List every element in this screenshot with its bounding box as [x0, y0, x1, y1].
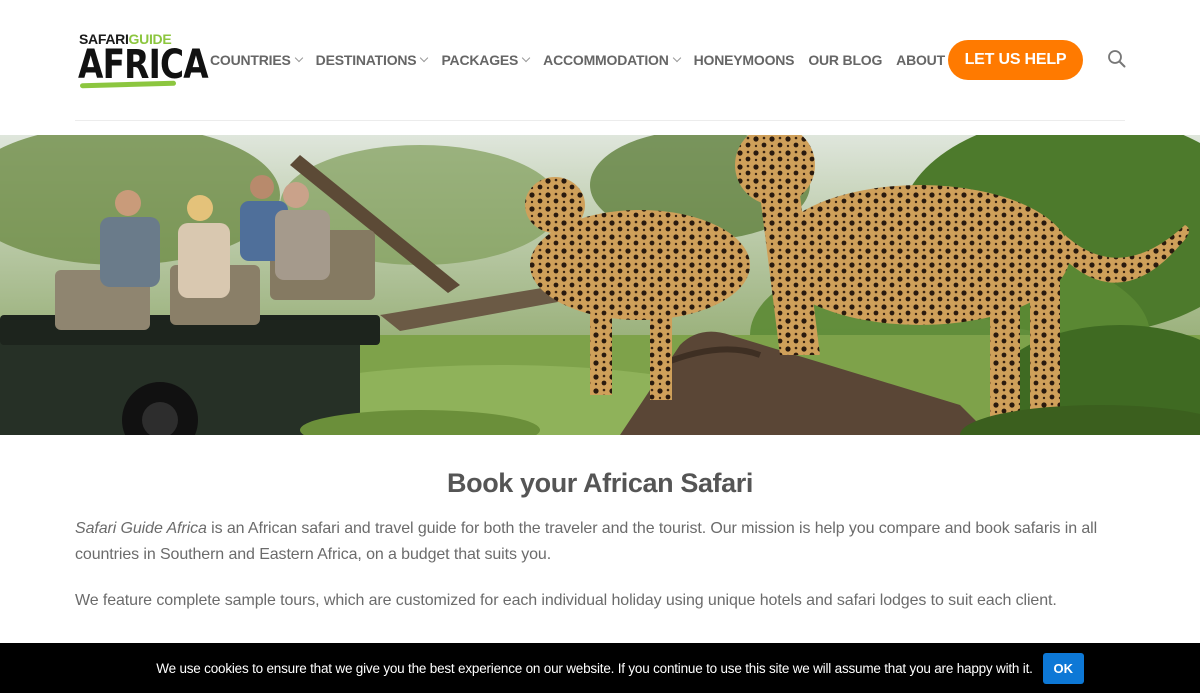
hero-illustration — [0, 135, 1200, 435]
chevron-down-icon — [672, 53, 681, 63]
nav-label: OUR BLOG — [808, 52, 883, 68]
cookie-ok-button[interactable]: OK — [1042, 652, 1084, 684]
cookie-consent-bar: We use cookies to ensure that we give yo… — [0, 643, 1200, 693]
page-title: Book your African Safari — [447, 468, 753, 498]
nav-item-destinations[interactable]: DESTINATIONS — [315, 52, 429, 68]
nav-item-honeymoons[interactable]: HONEYMOONS — [694, 52, 795, 68]
intro-paragraph-2: We feature complete sample tours, which … — [75, 592, 1057, 609]
chevron-down-icon — [420, 53, 429, 63]
chevron-down-icon — [521, 53, 531, 63]
nav-item-accommodation[interactable]: ACCOMMODATION — [543, 52, 681, 68]
intro-paragraph-1: Safari Guide Africa is an African safari… — [75, 516, 1125, 568]
brand-name-emphasis: Safari Guide Africa — [75, 520, 207, 537]
header-divider — [75, 120, 1125, 121]
hero-image-safari-leopards — [0, 135, 1200, 435]
logo-wordmark: AFRICA — [78, 42, 209, 88]
nav-item-countries[interactable]: COUNTRIES — [210, 52, 303, 68]
nav-label: HONEYMOONS — [693, 52, 795, 68]
let-us-help-button[interactable]: LET US HELP — [948, 40, 1083, 80]
search-button[interactable] — [1107, 49, 1127, 69]
nav-label: DESTINATIONS — [315, 52, 417, 68]
main-nav: COUNTRIES DESTINATIONS PACKAGES ACCOMMOD… — [210, 50, 982, 70]
intro-paragraph-1-text: is an African safari and travel guide fo… — [75, 520, 1098, 563]
search-icon — [1108, 50, 1126, 68]
site-logo[interactable]: SAFARIGUIDE AFRICA — [78, 31, 209, 91]
cookie-message: We use cookies to ensure that we give yo… — [156, 660, 1033, 676]
nav-label: COUNTRIES — [210, 52, 291, 68]
chevron-down-icon — [294, 53, 303, 63]
site-header: SAFARIGUIDE AFRICA COUNTRIES DESTINATION… — [0, 0, 1200, 135]
nav-label: ACCOMMODATION — [543, 52, 669, 68]
nav-item-our-blog[interactable]: OUR BLOG — [808, 52, 882, 68]
nav-item-packages[interactable]: PACKAGES — [441, 52, 531, 68]
nav-label: PACKAGES — [441, 52, 519, 68]
intro-section: Book your African Safari Safari Guide Af… — [75, 462, 1125, 614]
